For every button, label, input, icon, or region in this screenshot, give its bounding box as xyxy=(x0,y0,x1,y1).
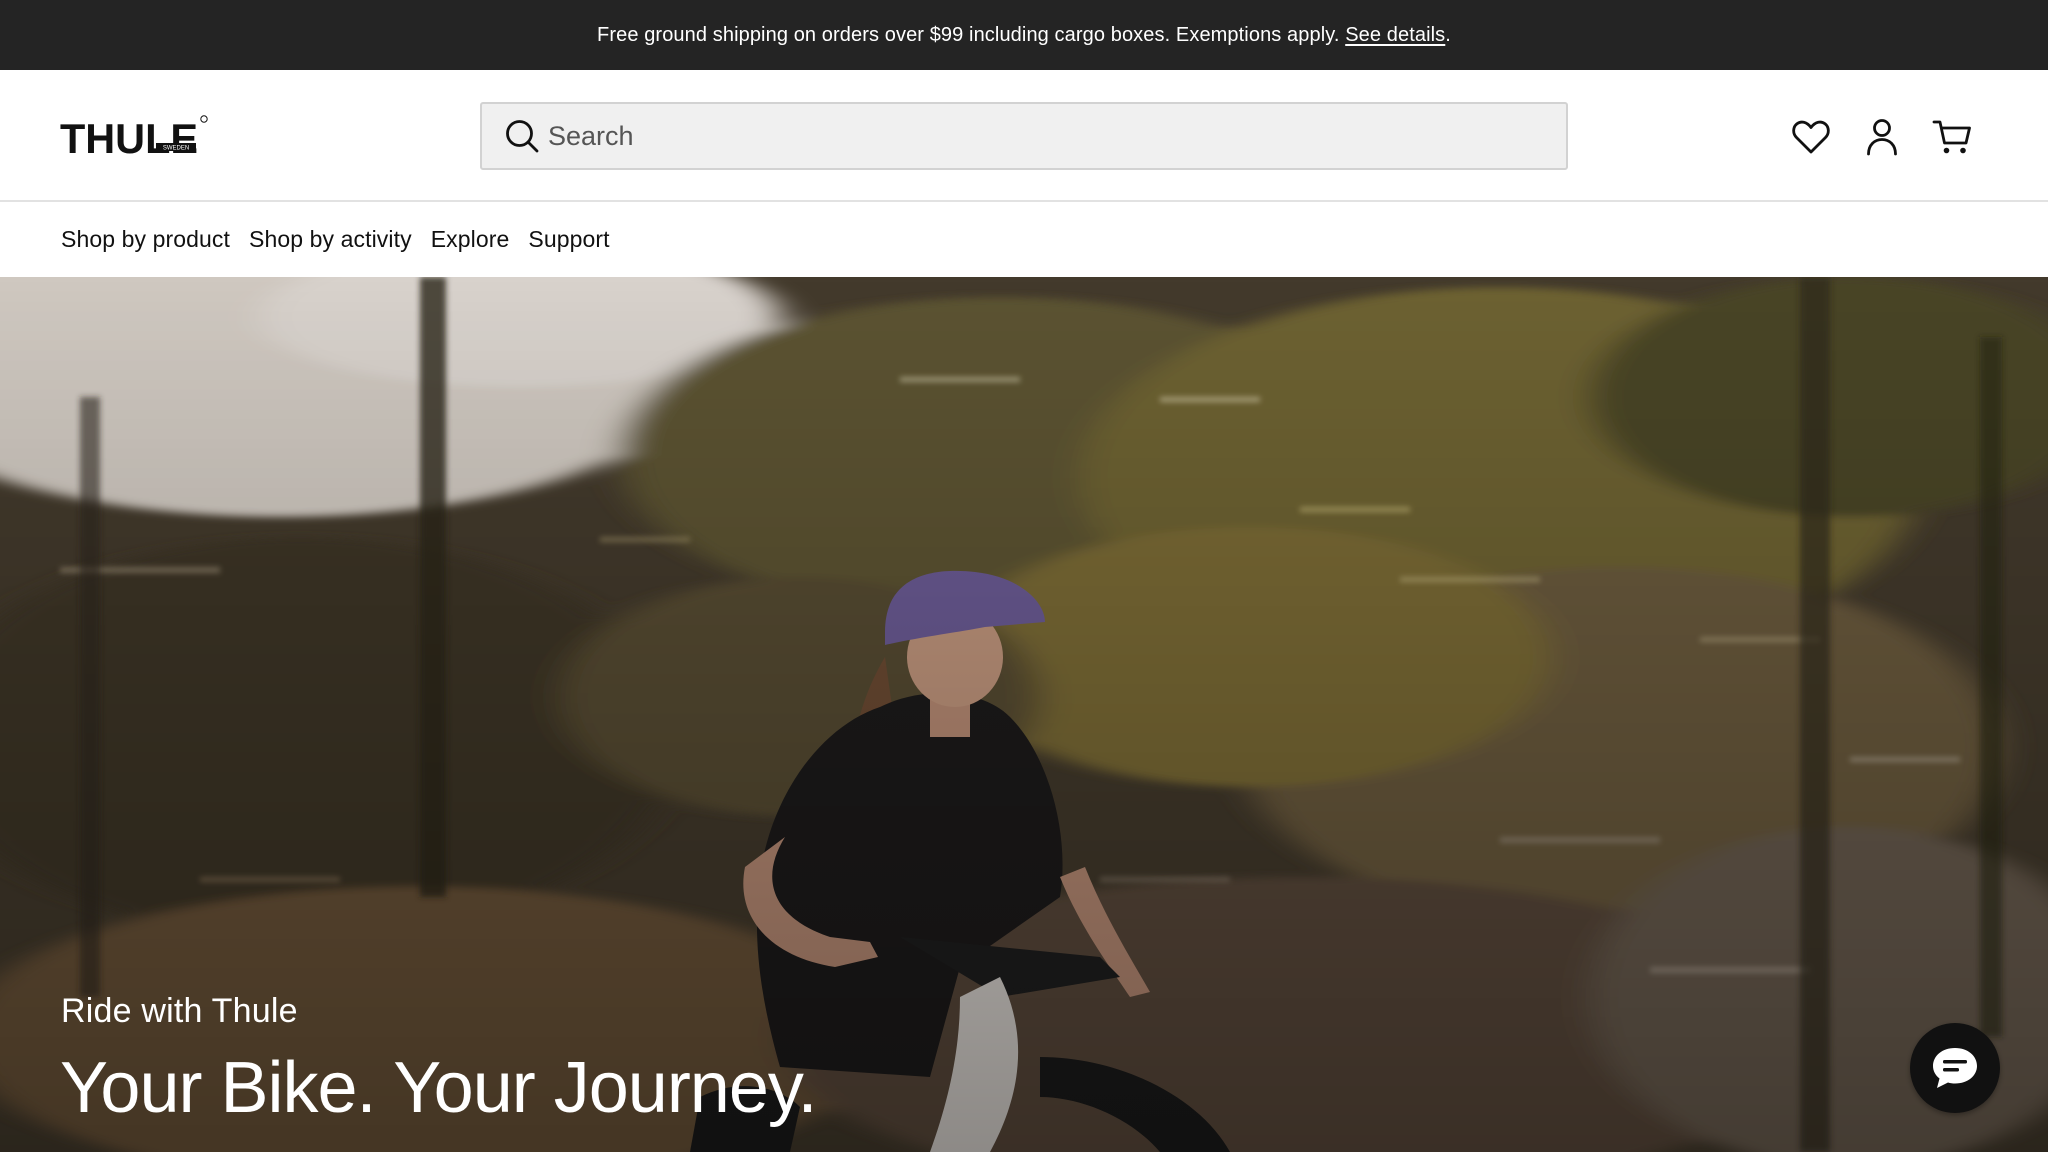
search-icon xyxy=(506,120,539,153)
hero-headline: Your Bike. Your Journey. xyxy=(60,1048,818,1128)
hero-image xyxy=(0,277,2048,1152)
heart-icon xyxy=(1792,120,1830,154)
thule-logo[interactable]: THULE SWEDEN xyxy=(60,115,210,159)
nav-shop-by-product[interactable]: Shop by product xyxy=(61,226,230,253)
account-button[interactable] xyxy=(1861,116,1903,158)
search-input[interactable] xyxy=(548,104,1566,168)
cart-icon xyxy=(1932,120,1971,154)
chat-bubble-icon xyxy=(1933,1048,1977,1088)
cart-button[interactable] xyxy=(1931,116,1973,158)
nav-support[interactable]: Support xyxy=(528,226,609,253)
nav-explore[interactable]: Explore xyxy=(431,226,510,253)
nav-shop-by-activity[interactable]: Shop by activity xyxy=(249,226,412,253)
logo-sub: SWEDEN xyxy=(163,146,189,152)
logo-wordmark: THULE xyxy=(60,115,198,159)
see-details-link[interactable]: See details xyxy=(1345,24,1445,47)
announcement-text: Free ground shipping on orders over $99 … xyxy=(597,23,1340,46)
announcement-trailing: . xyxy=(1445,23,1451,46)
site-header: THULE SWEDEN xyxy=(0,70,2048,202)
search-bar[interactable] xyxy=(480,102,1568,170)
user-icon xyxy=(1867,119,1897,156)
chat-button[interactable] xyxy=(1910,1023,2000,1113)
announcement-bar: Free ground shipping on orders over $99 … xyxy=(0,0,2048,70)
hero-banner[interactable]: Ride with Thule Your Bike. Your Journey. xyxy=(0,277,2048,1152)
wishlist-button[interactable] xyxy=(1790,116,1832,158)
hero-eyebrow: Ride with Thule xyxy=(61,992,298,1030)
main-nav: Shop by product Shop by activity Explore… xyxy=(0,202,2048,277)
